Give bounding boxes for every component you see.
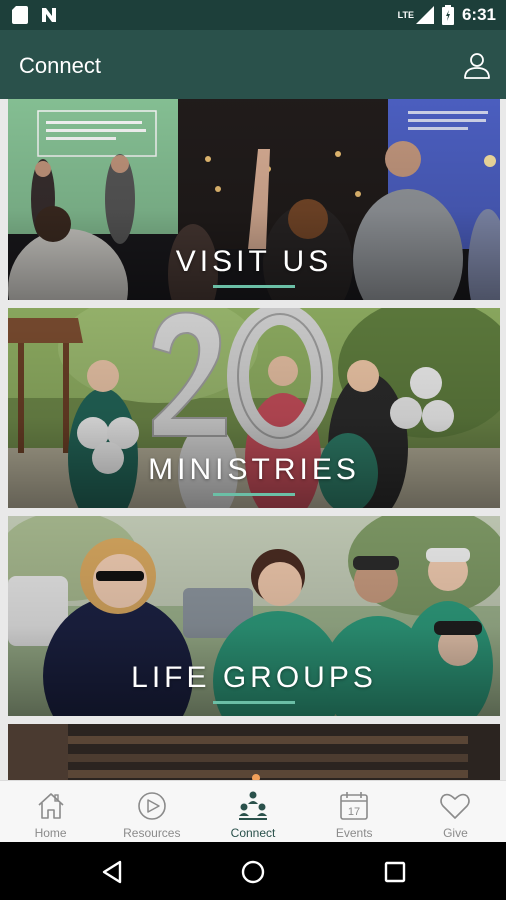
title-underline (213, 493, 295, 496)
nav-label: Give (443, 826, 468, 840)
card-photo (8, 724, 500, 780)
nav-home[interactable]: Home (0, 781, 101, 842)
battery-icon (441, 5, 454, 25)
card-partial[interactable] (8, 724, 500, 780)
card-ministries[interactable]: MINISTRIES (8, 308, 500, 508)
calendar-day: 17 (348, 806, 360, 818)
card-title: LIFE GROUPS (131, 661, 377, 694)
title-underline (213, 701, 295, 704)
heart-icon (440, 793, 471, 819)
home-icon (38, 793, 64, 819)
sd-card-icon (12, 6, 28, 24)
title-underline (213, 285, 295, 288)
card-title: VISIT US (175, 245, 333, 278)
nav-connect[interactable]: Connect (202, 781, 303, 842)
card-life-groups[interactable]: LIFE GROUPS (8, 516, 500, 716)
play-circle-icon (137, 792, 166, 820)
connect-feed[interactable]: VISIT US MINISTRIES LIFE GROUPS (0, 99, 506, 780)
status-bar: LTE 6:31 (0, 0, 506, 30)
app-bar: Connect (0, 30, 506, 99)
nav-label: Events (335, 826, 373, 840)
nav-give[interactable]: Give (405, 781, 506, 842)
nav-resources[interactable]: Resources (101, 781, 202, 842)
home-circle-icon[interactable] (238, 857, 268, 887)
profile-icon[interactable] (462, 50, 492, 80)
signal-icon (415, 6, 434, 24)
people-icon (239, 791, 267, 820)
page-title: Connect (19, 53, 101, 78)
network-type: LTE (397, 10, 414, 20)
bottom-nav: Home Resources Connect 17 Events Give (0, 780, 506, 842)
clock: 6:31 (461, 5, 496, 24)
n-notification-icon (42, 8, 56, 22)
system-nav-bar (0, 842, 506, 900)
back-icon[interactable] (97, 857, 127, 887)
nav-label: Home (34, 826, 67, 840)
recents-icon[interactable] (380, 857, 410, 887)
nav-label: Connect (230, 826, 276, 840)
calendar-icon: 17 (340, 792, 369, 820)
nav-label: Resources (123, 826, 181, 840)
card-visit-us[interactable]: VISIT US (8, 99, 500, 300)
card-title: MINISTRIES (148, 453, 360, 486)
nav-events[interactable]: 17 Events (304, 781, 405, 842)
